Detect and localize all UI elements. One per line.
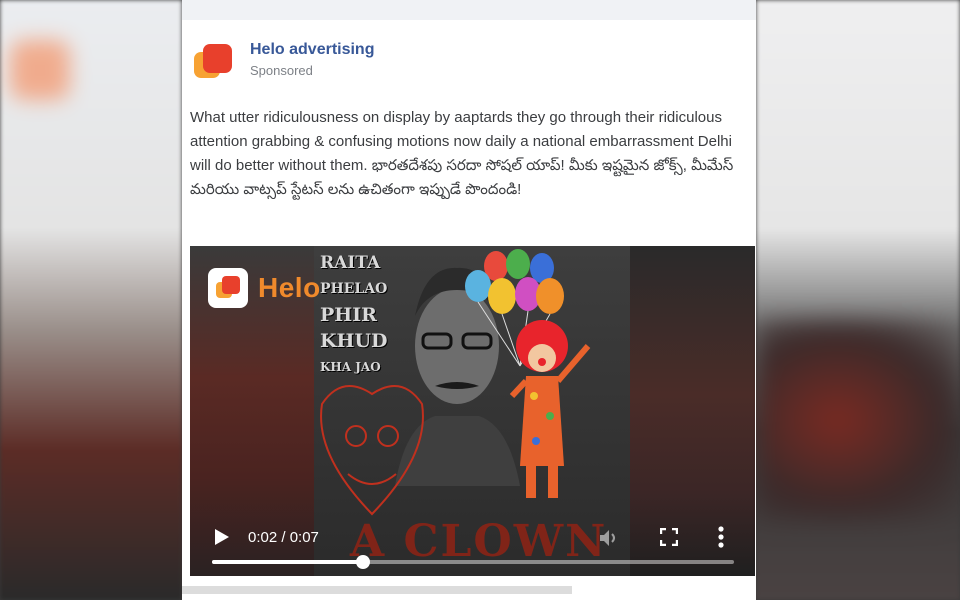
overlay-line-5: KHA JAO [320,360,381,374]
bottom-scroll-bar[interactable] [182,586,572,594]
post-meta: Helo advertising Sponsored [250,41,374,78]
volume-icon[interactable] [598,528,620,548]
watermark-square-red [222,276,240,294]
video-controls: 0:02 / 0:07 [190,508,755,576]
card-bottom-strip [182,582,756,600]
video-overlay-text: RAITA PHELAO PHIR KHUD KHA JAO [320,250,400,380]
pennywise-outline [320,385,424,516]
background-blob [10,40,70,100]
page-name-link[interactable]: Helo advertising [250,40,374,60]
post-header: Helo advertising Sponsored [190,40,374,86]
fullscreen-icon[interactable] [660,528,678,546]
logo-square-red [203,44,232,73]
video-progress-thumb[interactable] [356,555,371,569]
overlay-line-4: KHUD [320,330,388,352]
sponsored-post-card: Helo advertising Sponsored What utter ri… [182,20,756,600]
play-icon[interactable] [214,528,230,546]
helo-logo-icon[interactable] [190,40,236,86]
background-red-glow [756,320,960,520]
helo-watermark: Helo [208,268,321,308]
sponsored-label[interactable]: Sponsored [250,63,374,78]
video-time-display: 0:02 / 0:07 [248,529,319,546]
video-progress-bar[interactable] [212,555,734,569]
card-top-bar [182,0,756,20]
helo-watermark-text: Helo [258,272,321,303]
overlay-line-3: PHIR [320,304,377,326]
overlay-line-2: PHELAO [320,281,388,297]
background-left [0,0,182,600]
overlay-line-1: RAITA [320,253,381,273]
balloons-and-clown [465,249,591,498]
helo-watermark-icon [208,268,248,308]
post-body-text: What utter ridiculousness on display by … [190,109,734,198]
video-progress-fill [212,560,364,564]
background-right [756,0,960,600]
more-vertical-icon[interactable] [718,526,724,548]
video-player[interactable]: RAITA PHELAO PHIR KHUD KHA JAO Helo A CL… [190,246,755,576]
